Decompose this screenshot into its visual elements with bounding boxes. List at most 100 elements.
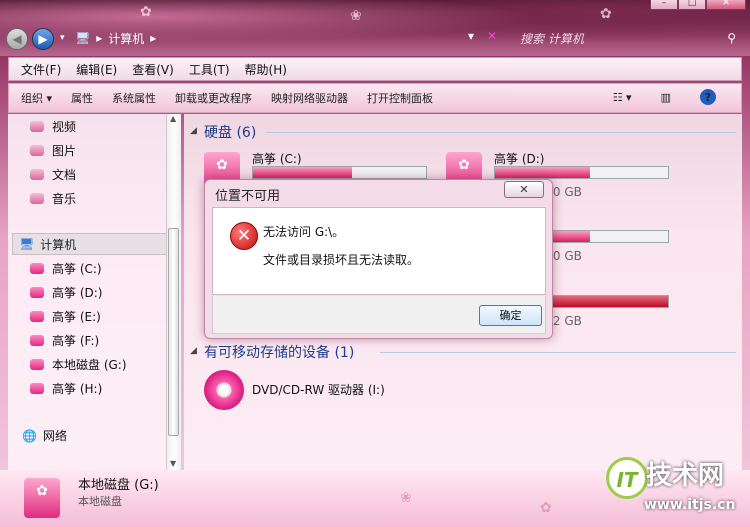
- flower-decoration: ✿: [540, 500, 552, 516]
- help-icon[interactable]: ?: [700, 89, 716, 105]
- scroll-down-icon[interactable]: ▼: [170, 459, 176, 468]
- nav-label: 高筝 (C:): [52, 262, 102, 276]
- search-input[interactable]: 搜索 计算机 ⚲: [515, 27, 740, 49]
- drive-usage-fill: [495, 167, 591, 178]
- dialog-body: ✕ 无法访问 G:\。 文件或目录损坏且无法读取。: [212, 207, 546, 295]
- library-icon: [30, 145, 44, 156]
- selected-drive-icon: ✿: [24, 478, 60, 518]
- dialog-title: 位置不可用: [215, 189, 281, 204]
- nav-item-network[interactable]: 🌐 网络: [22, 427, 67, 444]
- forward-button[interactable]: ▶: [32, 28, 54, 50]
- error-detail: 文件或目录损坏且无法读取。: [263, 253, 420, 267]
- scroll-up-icon[interactable]: ▲: [170, 114, 176, 123]
- collapse-arrow-icon[interactable]: ◢: [190, 346, 197, 356]
- nav-item-pictures[interactable]: 图片: [30, 142, 76, 159]
- nav-item-drive-c[interactable]: 高筝 (C:): [30, 260, 102, 277]
- drive-icon: [30, 335, 44, 346]
- breadcrumb-arrow-icon[interactable]: ▸: [96, 31, 102, 45]
- dialog-footer: 确定: [212, 296, 546, 334]
- drive-icon: [30, 263, 44, 274]
- menu-help[interactable]: 帮助(H): [245, 61, 287, 78]
- address-bar[interactable]: 🖥 ▸ 计算机 ▸: [75, 27, 505, 49]
- menu-file[interactable]: 文件(F): [21, 61, 61, 78]
- drive-usage-bar: [252, 166, 427, 179]
- ok-button[interactable]: 确定: [479, 305, 542, 326]
- nav-item-drive-g[interactable]: 本地磁盘 (G:): [30, 356, 127, 373]
- collapse-arrow-icon[interactable]: ◢: [190, 126, 197, 136]
- hard-disks-header[interactable]: 硬盘 (6): [204, 122, 256, 142]
- nav-label: 视频: [52, 120, 77, 134]
- dvd-drive-name[interactable]: DVD/CD-RW 驱动器 (I:): [252, 381, 385, 398]
- nav-label: 高筝 (H:): [52, 382, 103, 396]
- removable-devices-header[interactable]: 有可移动存储的设备 (1): [204, 342, 354, 362]
- nav-label: 图片: [52, 144, 77, 158]
- library-icon: [30, 193, 44, 204]
- command-bar: 组织 ▾ 属性 系统属性 卸载或更改程序 映射网络驱动器 打开控制面板 ☷ ▾ …: [8, 83, 742, 113]
- history-dropdown-icon[interactable]: ▾: [60, 33, 65, 43]
- nav-item-videos[interactable]: 视频: [30, 118, 76, 135]
- organize-button[interactable]: 组织 ▾: [21, 90, 52, 106]
- menu-bar: 文件(F) 编辑(E) 查看(V) 工具(T) 帮助(H): [8, 57, 742, 81]
- nav-item-drive-h[interactable]: 高筝 (H:): [30, 380, 102, 397]
- nav-label: 文档: [52, 168, 77, 182]
- watermark-brand: 技术网: [646, 461, 725, 491]
- search-icon[interactable]: ⚲: [727, 31, 736, 45]
- minimize-button[interactable]: –: [650, 0, 678, 10]
- preview-pane-icon[interactable]: ▥: [661, 91, 671, 104]
- clear-address-icon[interactable]: ✕: [487, 29, 497, 43]
- search-placeholder: 搜索 计算机: [520, 31, 584, 46]
- drive-usage-bar: [494, 166, 669, 179]
- map-network-drive-button[interactable]: 映射网络驱动器: [271, 90, 348, 106]
- toolbar-icons: ☷ ▾ ▥ ?: [613, 89, 735, 105]
- nav-item-drive-f[interactable]: 高筝 (F:): [30, 332, 99, 349]
- watermark-url: www.itjs.cn: [644, 497, 736, 513]
- computer-icon: 🖥: [19, 237, 35, 251]
- menu-edit[interactable]: 编辑(E): [76, 61, 117, 78]
- group-divider: [380, 352, 736, 353]
- group-divider: [266, 132, 736, 133]
- drive-icon: [30, 287, 44, 298]
- breadcrumb-computer[interactable]: 计算机: [108, 30, 144, 47]
- flower-decoration: ✿: [140, 4, 152, 20]
- view-options-icon[interactable]: ☷ ▾: [613, 91, 632, 104]
- nav-label: 网络: [42, 429, 67, 443]
- computer-icon: 🖥: [75, 31, 91, 45]
- window-controls: – □ ✕: [650, 0, 746, 10]
- uninstall-program-button[interactable]: 卸载或更改程序: [175, 90, 252, 106]
- maximize-button[interactable]: □: [678, 0, 706, 10]
- nav-label: 音乐: [52, 192, 77, 206]
- drive-icon: [30, 311, 44, 322]
- nav-label: 本地磁盘 (G:): [52, 358, 127, 372]
- library-icon: [30, 121, 44, 132]
- nav-item-computer[interactable]: 🖥 计算机: [12, 233, 168, 255]
- properties-button[interactable]: 属性: [71, 90, 93, 106]
- back-button[interactable]: ◀: [6, 28, 28, 50]
- dvd-drive-icon[interactable]: [204, 370, 244, 410]
- selected-drive-type: 本地磁盘: [78, 495, 122, 508]
- watermark: IT 技术网 www.itjs.cn: [606, 455, 746, 523]
- system-properties-button[interactable]: 系统属性: [112, 90, 156, 106]
- address-dropdown-icon[interactable]: ▾: [468, 29, 474, 43]
- dialog-close-button[interactable]: ✕: [504, 181, 544, 198]
- nav-label: 计算机: [40, 237, 77, 252]
- selected-drive-name: 本地磁盘 (G:): [78, 478, 159, 493]
- open-control-panel-button[interactable]: 打开控制面板: [367, 90, 433, 106]
- flower-decoration: ❀: [350, 8, 362, 24]
- menu-tools[interactable]: 工具(T): [189, 61, 230, 78]
- nav-item-drive-d[interactable]: 高筝 (D:): [30, 284, 102, 301]
- drive-name: 高筝 (C:): [252, 152, 302, 166]
- error-icon: ✕: [230, 222, 258, 250]
- flower-decoration: ✿: [600, 6, 612, 22]
- drive-usage-fill: [253, 167, 352, 178]
- scrollbar-thumb[interactable]: [168, 228, 179, 436]
- network-icon: 🌐: [22, 428, 37, 443]
- nav-item-drive-e[interactable]: 高筝 (E:): [30, 308, 101, 325]
- breadcrumb-arrow-icon[interactable]: ▸: [150, 31, 156, 45]
- nav-label: 高筝 (D:): [52, 286, 103, 300]
- menu-view[interactable]: 查看(V): [132, 61, 174, 78]
- nav-item-documents[interactable]: 文档: [30, 166, 76, 183]
- nav-item-music[interactable]: 音乐: [30, 190, 76, 207]
- error-message: 无法访问 G:\。: [263, 225, 345, 239]
- nav-label: 高筝 (E:): [52, 310, 101, 324]
- close-window-button[interactable]: ✕: [706, 0, 746, 10]
